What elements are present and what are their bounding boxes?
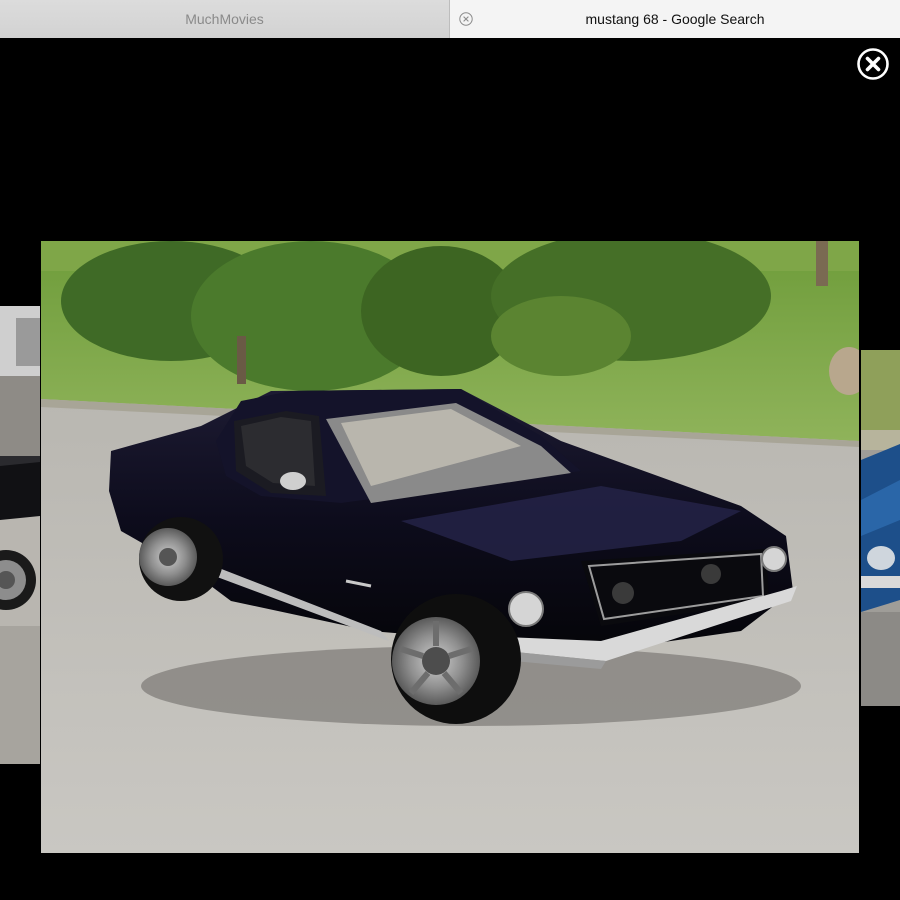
image-viewer — [0, 38, 900, 900]
next-image-thumbnail[interactable] — [861, 350, 900, 706]
tab-title: MuchMovies — [185, 11, 264, 27]
previous-image-thumbnail[interactable] — [0, 306, 40, 764]
tab-muchmovies[interactable]: MuchMovies — [0, 0, 450, 38]
mustang-photo — [41, 241, 859, 853]
close-circle-icon[interactable] — [856, 47, 890, 81]
tab-bar: MuchMovies mustang 68 - Google Search — [0, 0, 900, 38]
circle-x-icon[interactable] — [459, 12, 473, 26]
main-image[interactable] — [41, 241, 859, 853]
tab-google-search[interactable]: mustang 68 - Google Search — [450, 0, 900, 38]
tab-title: mustang 68 - Google Search — [585, 11, 765, 27]
